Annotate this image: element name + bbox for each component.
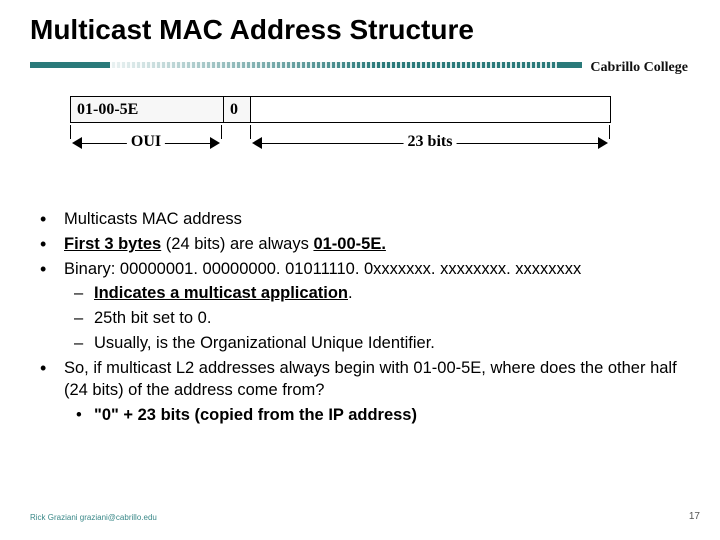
sub-1-text: Indicates a multicast application <box>94 284 348 302</box>
mac-table: 01-00-5E 0 <box>70 96 611 123</box>
sub-2: 25th bit set to 0. <box>30 307 696 330</box>
arrow-row: OUI 23 bits <box>70 125 610 165</box>
brand-label: Cabrillo College <box>582 60 690 76</box>
header-divider: Cabrillo College <box>30 62 690 88</box>
bullet-4: So, if multicast L2 addresses always beg… <box>30 357 696 403</box>
oui-cell: 01-00-5E <box>71 97 224 123</box>
bullet-2: First 3 bytes (24 bits) are always 01-00… <box>30 233 696 256</box>
b2-first3: First 3 bytes <box>64 235 161 253</box>
mac-structure-diagram: 01-00-5E 0 OUI 23 bits <box>70 96 610 165</box>
sub-3: Usually, is the Organizational Unique Id… <box>30 332 696 355</box>
footer-author: Rick Graziani graziani@cabrillo.edu <box>30 513 157 522</box>
sub-4: "0" + 23 bits (copied from the IP addres… <box>30 404 696 427</box>
bullet-content: Multicasts MAC address First 3 bytes (24… <box>30 208 696 429</box>
b2-suffix: 01-00-5E. <box>313 235 385 253</box>
bits-label: 23 bits <box>404 133 457 151</box>
arrow-right-icon <box>210 137 220 149</box>
arrow-right-icon <box>598 137 608 149</box>
sub-4-text: "0" + 23 bits (copied from the IP addres… <box>94 406 417 424</box>
footer-page-number: 17 <box>689 511 700 522</box>
bits-cell <box>251 97 611 123</box>
divider-fade <box>110 62 560 68</box>
zero-bit-cell: 0 <box>224 97 251 123</box>
bullet-1: Multicasts MAC address <box>30 208 696 231</box>
b2-mid: (24 bits) are always <box>161 235 313 253</box>
oui-label: OUI <box>127 133 165 151</box>
sub-1-dot: . <box>348 284 353 302</box>
sub-1: Indicates a multicast application. <box>30 282 696 305</box>
slide-title: Multicast MAC Address Structure <box>30 14 474 46</box>
bullet-3: Binary: 00000001. 00000000. 01011110. 0x… <box>30 258 696 281</box>
